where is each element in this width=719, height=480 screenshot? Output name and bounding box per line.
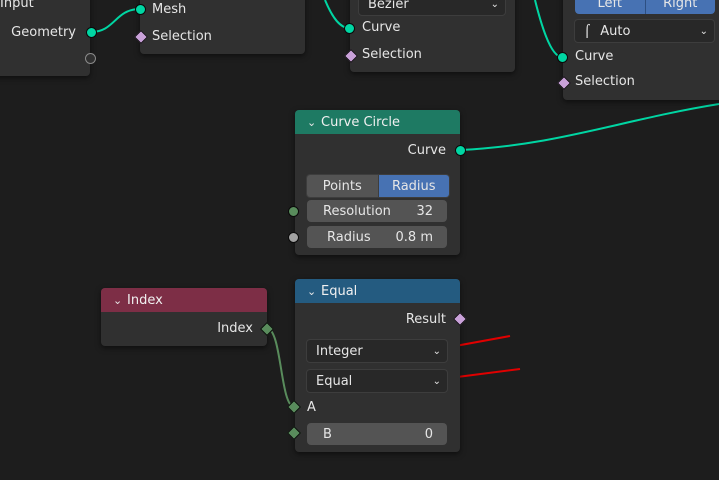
curve-mode-dropdown[interactable]: Bezier ⌄ <box>358 0 506 16</box>
equal-node[interactable]: ⌄ Equal Result Integer ⌄ Equal ⌄ A B 0 <box>295 279 460 452</box>
curve-selection-label: Selection <box>362 47 422 62</box>
set-handle-selection-label: Selection <box>575 74 635 89</box>
node-editor-canvas[interactable]: Input Geometry Mesh Selection Bezier ⌄ C… <box>0 0 719 480</box>
geometry-output-label: Geometry <box>11 25 76 40</box>
radius-mode-button[interactable]: Radius <box>378 175 449 197</box>
curve-mode-value: Bezier <box>368 0 409 12</box>
input-b-value: 0 <box>424 426 433 442</box>
radius-label: Radius <box>327 229 371 245</box>
collapse-chevron-icon[interactable]: ⌄ <box>307 116 321 129</box>
equal-title: Equal <box>321 283 358 299</box>
operation-dropdown[interactable]: Equal ⌄ <box>306 369 448 393</box>
curve-input-socket[interactable] <box>344 23 355 34</box>
curve-input-label: Curve <box>362 20 401 35</box>
collapse-chevron-icon[interactable]: ⌄ <box>113 294 127 307</box>
resolution-label: Resolution <box>323 203 391 219</box>
chevron-down-icon: ⌄ <box>432 375 441 387</box>
input-node[interactable]: Input Geometry <box>0 0 90 76</box>
data-type-dropdown[interactable]: Integer ⌄ <box>306 339 448 363</box>
mesh-selection-label: Selection <box>152 29 212 44</box>
handle-curve-icon: ⌠ <box>584 24 591 38</box>
mesh-input-label: Mesh <box>152 2 187 17</box>
link-curve-to-set-handle <box>534 0 563 58</box>
radius-input-socket[interactable] <box>288 232 299 243</box>
left-side-button[interactable]: Left <box>575 0 646 14</box>
handle-type-dropdown[interactable]: ⌠ Auto ⌄ <box>574 19 715 43</box>
link-index-to-a <box>266 327 295 408</box>
resolution-value: 32 <box>416 203 433 219</box>
input-b-label: B <box>323 426 332 442</box>
index-output-label: Index <box>217 321 253 336</box>
equal-header[interactable]: ⌄ Equal <box>295 279 460 303</box>
result-output-label: Result <box>405 312 446 327</box>
geometry-output-socket[interactable] <box>86 27 97 38</box>
set-handle-node[interactable]: Left Right ⌠ Auto ⌄ Curve Selection <box>563 0 719 100</box>
index-header[interactable]: ⌄ Index <box>101 288 267 312</box>
operation-value: Equal <box>316 373 353 389</box>
chevron-down-icon: ⌄ <box>699 25 708 37</box>
resolution-input-socket[interactable] <box>288 206 299 217</box>
chevron-down-icon: ⌄ <box>432 345 441 357</box>
curve-circle-title: Curve Circle <box>321 114 400 130</box>
index-node[interactable]: ⌄ Index Index <box>101 288 267 346</box>
input-b-field[interactable]: B 0 <box>307 423 447 445</box>
right-side-button[interactable]: Right <box>645 0 715 14</box>
handle-side-toggle[interactable]: Left Right <box>575 0 715 14</box>
radius-field[interactable]: Radius 0.8 m <box>307 226 447 248</box>
link-geometry-to-mesh <box>90 8 141 33</box>
curve-node[interactable]: Bezier ⌄ Curve Selection <box>350 0 515 72</box>
mesh-input-socket[interactable] <box>135 4 146 15</box>
curve-circle-mode-toggle[interactable]: Points Radius <box>306 174 450 198</box>
set-handle-curve-socket[interactable] <box>557 52 568 63</box>
mesh-node[interactable]: Mesh Selection <box>140 0 305 54</box>
handle-type-value: Auto <box>600 23 631 39</box>
input-node-title: Input <box>0 0 34 11</box>
set-handle-curve-label: Curve <box>575 49 614 64</box>
link-curve-circle-out <box>459 103 719 151</box>
resolution-field[interactable]: Resolution 32 <box>307 200 447 222</box>
curve-circle-output-label: Curve <box>407 143 446 158</box>
input-a-label: A <box>307 400 316 415</box>
curve-circle-node[interactable]: ⌄ Curve Circle Curve Points Radius Resol… <box>295 110 460 255</box>
collapse-chevron-icon[interactable]: ⌄ <box>307 285 321 298</box>
index-title: Index <box>127 292 163 308</box>
unused-output-socket[interactable] <box>85 53 96 64</box>
curve-circle-header[interactable]: ⌄ Curve Circle <box>295 110 460 134</box>
data-type-value: Integer <box>316 343 363 359</box>
points-mode-button[interactable]: Points <box>307 175 379 197</box>
curve-circle-output-socket[interactable] <box>455 145 466 156</box>
chevron-down-icon: ⌄ <box>490 0 499 10</box>
radius-value: 0.8 m <box>395 229 433 245</box>
